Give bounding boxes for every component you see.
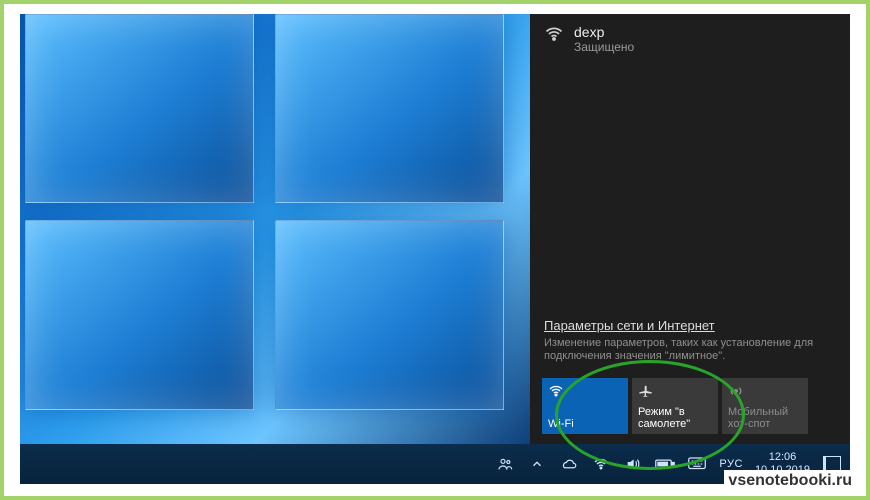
volume-icon[interactable] [623,454,643,474]
tile-airplane-mode[interactable]: Режим "в самолете" [632,378,718,434]
onedrive-icon[interactable] [559,454,579,474]
network-settings-link[interactable]: Параметры сети и Интернет [544,318,715,333]
network-tray-icon[interactable] [591,454,611,474]
wifi-icon [548,383,564,399]
desktop-area: dexp Защищено Параметры сети и Интернет … [20,14,850,484]
tile-mobile-hotspot[interactable]: Мобильный хот-спот [722,378,808,434]
language-indicator[interactable]: РУС [719,458,743,470]
network-flyout: dexp Защищено Параметры сети и Интернет … [530,14,850,444]
network-status: Защищено [574,40,634,54]
quick-tiles: Wi-Fi Режим "в самолете" [530,370,850,444]
hotspot-icon [728,383,744,399]
tile-airplane-label: Режим "в самолете" [638,406,712,430]
tile-hotspot-label: Мобильный хот-спот [728,406,802,430]
network-settings-description: Изменение параметров, таких как установл… [544,337,836,365]
network-name: dexp [574,24,634,40]
people-icon[interactable] [495,454,515,474]
tile-wifi[interactable]: Wi-Fi [542,378,628,434]
tray-chevron-up-icon[interactable] [527,454,547,474]
watermark: vsenotebooki.ru [724,470,856,492]
taskbar-time: 12:06 [755,451,810,464]
desktop-wallpaper[interactable] [20,14,540,444]
wifi-icon [544,24,564,54]
battery-icon[interactable] [655,454,675,474]
input-indicator-icon[interactable] [687,454,707,474]
tile-wifi-label: Wi-Fi [548,418,622,430]
network-settings-section: Параметры сети и Интернет Изменение пара… [530,317,850,371]
airplane-icon [638,383,654,399]
network-item[interactable]: dexp Защищено [530,14,850,60]
page-frame: dexp Защищено Параметры сети и Интернет … [0,0,870,500]
